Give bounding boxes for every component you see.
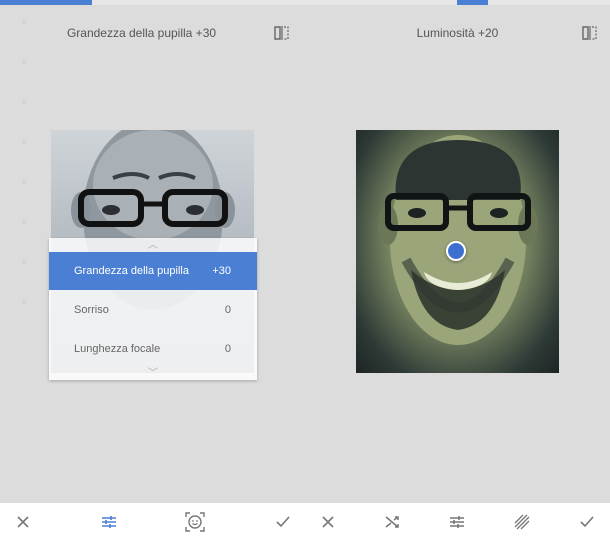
chevron-down-icon[interactable]: ﹀ [49,368,257,380]
compare-icon[interactable] [274,26,290,40]
shuffle-icon[interactable] [383,512,403,532]
scroll-indicator [22,20,28,340]
face-icon[interactable] [185,512,205,532]
bottom-toolbar [305,503,610,542]
check-icon[interactable] [577,512,597,532]
menu-item-label: Sorriso [74,304,109,316]
menu-item-value: 0 [224,304,231,316]
adjustment-title: Grandezza della pupilla +30 [66,26,217,40]
right-panel: Luminosità +20 [305,0,610,542]
check-icon[interactable] [273,512,293,532]
menu-item-pupil-size[interactable]: Grandezza della pupilla +30 [49,252,257,290]
bottom-toolbar [0,503,305,542]
menu-item-label: Lunghezza focale [74,343,161,355]
menu-item-value: 0 [224,343,231,355]
left-panel: Grandezza della pupilla +30 ︿ Grandezza … [0,0,305,542]
progress-track [0,0,305,5]
compare-icon[interactable] [582,26,598,40]
sliders-icon[interactable] [99,512,119,532]
sliders-icon[interactable] [447,512,467,532]
chevron-up-icon[interactable]: ︿ [49,240,257,252]
adjustment-handle[interactable] [446,241,466,261]
menu-item-label: Grandezza della pupilla [74,265,189,277]
adjustment-menu: ︿ Grandezza della pupilla +30 Sorriso 0 … [49,238,257,380]
close-icon[interactable] [318,512,338,532]
adjustment-title: Luminosità +20 [416,26,499,40]
progress-track [305,0,610,5]
progress-fill [0,0,92,5]
progress-fill [457,0,488,5]
texture-icon[interactable] [512,512,532,532]
close-icon[interactable] [13,512,33,532]
menu-item-focal-length[interactable]: Lunghezza focale 0 [49,330,257,368]
menu-item-value: +30 [212,265,231,277]
menu-item-smile[interactable]: Sorriso 0 [49,291,257,329]
